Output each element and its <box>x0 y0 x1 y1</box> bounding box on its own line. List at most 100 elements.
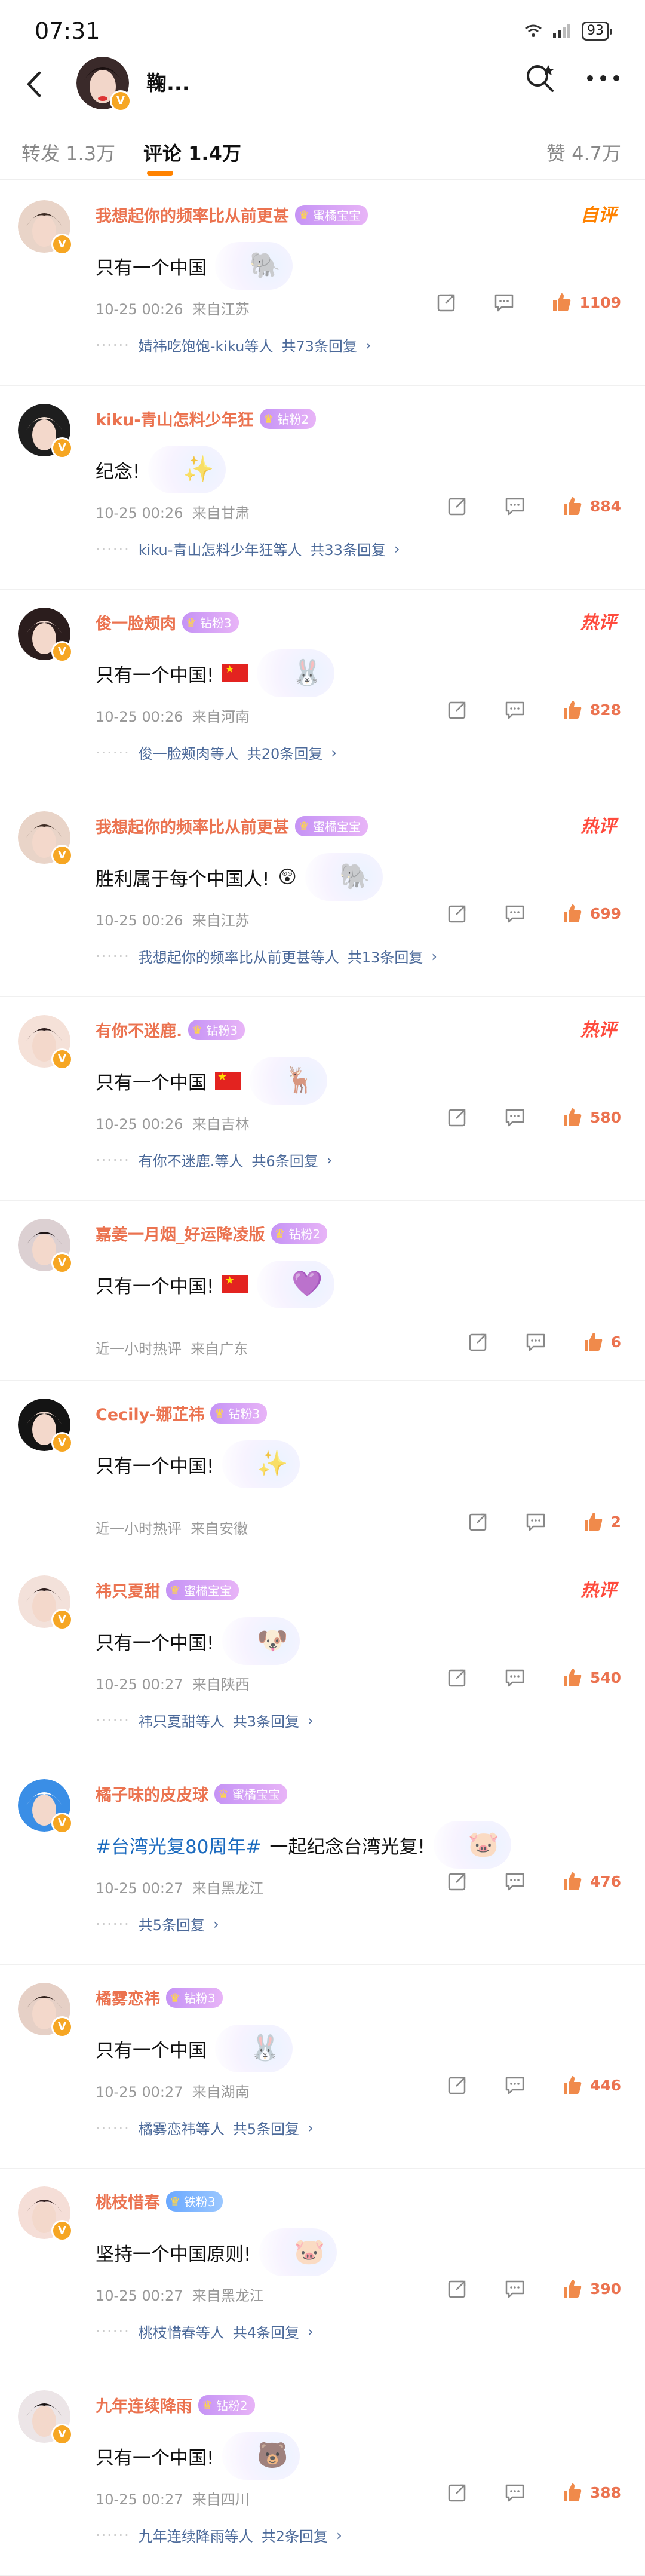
comment-item[interactable]: V 我想起你的频率比从前更甚 ♛ 蜜橘宝宝 自评 只有一个中国 🐘 10-25 00:26 来… <box>0 182 645 386</box>
commenter-name[interactable]: kiku-青山怎料少年狂 <box>96 407 254 430</box>
commenter-avatar[interactable]: V <box>18 1779 73 1834</box>
share-icon[interactable] <box>447 1870 468 1892</box>
reply-summary[interactable]: ······ 九年连续降雨等人 共2条回复 › <box>96 2525 342 2546</box>
comment-item[interactable]: V Cecily-娜芷祎 ♛ 钻粉3 只有一个中国! ✨ 近一小时热评 来自安徽 2 <box>0 1381 645 1557</box>
reply-count[interactable]: 共20条回复 <box>247 742 323 763</box>
commenter-avatar[interactable]: V <box>18 2390 73 2445</box>
reply-count[interactable]: 共13条回复 <box>348 946 423 967</box>
like-button[interactable]: 884 <box>561 495 621 517</box>
like-button[interactable]: 540 <box>561 1667 621 1688</box>
like-button[interactable]: 699 <box>561 903 621 924</box>
comment-item[interactable]: V 九年连续降雨 ♛ 钻粉2 只有一个中国! 🐻 10-25 00:27 来自四川 388 ··… <box>0 2372 645 2576</box>
reply-summary[interactable]: ······ 婧祎吃饱饱-kiku等人 共73条回复 › <box>96 335 371 355</box>
comment-item[interactable]: V 祎只夏甜 ♛ 蜜橘宝宝 热评 只有一个中国! 🐶 10-25 00:27 来自陕西 540 ·… <box>0 1557 645 1761</box>
like-button[interactable]: 446 <box>561 2074 621 2096</box>
comment-item[interactable]: V 橘子味的皮皮球 ♛ 蜜橘宝宝 #台湾光复80周年# 一起纪念台湾光复! 🐷 10-25 0… <box>0 1761 645 1965</box>
reply-summary[interactable]: ······ 祎只夏甜等人 共3条回复 › <box>96 1710 314 1731</box>
commenter-name[interactable]: 俊一脸颊肉 <box>96 611 176 634</box>
commenter-name[interactable]: 嘉姜一月烟_好运降凌版 <box>96 1222 265 1245</box>
comment-icon[interactable] <box>504 2482 526 2503</box>
commenter-avatar[interactable]: V <box>18 1399 73 1453</box>
reply-summary[interactable]: ······ 俊一脸颊肉等人 共20条回复 › <box>96 742 337 763</box>
comment-icon[interactable] <box>504 2278 526 2299</box>
comment-icon[interactable] <box>493 292 515 313</box>
share-icon[interactable] <box>447 1106 468 1128</box>
commenter-name[interactable]: 我想起你的频率比从前更甚 <box>96 814 289 838</box>
share-icon[interactable] <box>447 1667 468 1688</box>
comment-icon[interactable] <box>504 2074 526 2096</box>
share-icon[interactable] <box>447 495 468 517</box>
topic-link[interactable]: #台湾光复80周年# <box>96 1832 261 1859</box>
commenter-avatar[interactable]: V <box>18 200 73 255</box>
like-button[interactable]: 6 <box>582 1331 621 1353</box>
reply-count[interactable]: 共73条回复 <box>281 335 357 355</box>
comment-item[interactable]: V 嘉姜一月烟_好运降凌版 ♛钻粉2 只有一个中国! 💜 近一小时热评 来自广东 6 <box>0 1201 645 1381</box>
commenter-name[interactable]: 橘雾恋祎 <box>96 1986 160 2009</box>
commenter-name[interactable]: 祎只夏甜 <box>96 1578 160 1602</box>
comment-item[interactable]: V 橘雾恋祎 ♛ 钻粉3 只有一个中国 🐰 10-25 00:27 来自湖南 446 ·····… <box>0 1965 645 2169</box>
commenter-avatar[interactable]: V <box>18 608 73 663</box>
like-button[interactable]: 388 <box>561 2482 621 2503</box>
like-button[interactable]: 580 <box>561 1106 621 1128</box>
commenter-avatar[interactable]: V <box>18 1015 73 1070</box>
comment-icon[interactable] <box>525 1331 546 1353</box>
like-button[interactable]: 390 <box>561 2278 621 2299</box>
commenter-name[interactable]: 桃枝惜春 <box>96 2189 160 2213</box>
back-arrow-icon[interactable] <box>22 70 49 98</box>
reply-count[interactable]: 共5条回复 <box>233 2117 299 2138</box>
comment-icon[interactable] <box>504 1870 526 1892</box>
commenter-name[interactable]: Cecily-娜芷祎 <box>96 1402 204 1425</box>
reply-summary[interactable]: ······ kiku-青山怎料少年狂等人 共33条回复 › <box>96 538 400 559</box>
reply-summary[interactable]: ······ 共5条回复 › <box>96 1913 219 1934</box>
commenter-name[interactable]: 我想起你的频率比从前更甚 <box>96 203 289 226</box>
share-icon[interactable] <box>447 2074 468 2096</box>
reply-users[interactable]: 祎只夏甜等人 <box>139 1710 225 1731</box>
reply-users[interactable]: 有你不迷鹿.等人 <box>139 1149 244 1170</box>
reply-users[interactable]: 俊一脸颊肉等人 <box>139 742 239 763</box>
commenter-name[interactable]: 有你不迷鹿. <box>96 1018 182 1041</box>
reply-summary[interactable]: ······ 桃枝惜春等人 共4条回复 › <box>96 2321 314 2342</box>
commenter-name[interactable]: 九年连续降雨 <box>96 2393 192 2416</box>
commenter-avatar[interactable]: V <box>18 1983 73 2038</box>
reply-users[interactable]: 九年连续降雨等人 <box>139 2525 253 2546</box>
share-icon[interactable] <box>468 1511 489 1532</box>
like-button[interactable]: 476 <box>561 1870 621 1892</box>
reply-users[interactable]: 桃枝惜春等人 <box>139 2321 225 2342</box>
comment-icon[interactable] <box>504 495 526 517</box>
share-icon[interactable] <box>436 292 457 313</box>
comment-icon[interactable] <box>504 699 526 720</box>
comment-item[interactable]: V 我想起你的频率比从前更甚 ♛ 蜜橘宝宝 热评 胜利属于每个中国人! 😲 🐘 10-25 00… <box>0 793 645 997</box>
share-icon[interactable] <box>447 2278 468 2299</box>
author-avatar[interactable]: V <box>76 57 131 112</box>
reply-count[interactable]: 共33条回复 <box>310 538 386 559</box>
comment-item[interactable]: V 桃枝惜春 ♛ 铁粉3 坚持一个中国原则! 🐷 10-25 00:27 来自黑龙江 390 ·… <box>0 2169 645 2372</box>
comment-item[interactable]: V 有你不迷鹿. ♛钻粉3 热评只有一个中国 🦌10-25 00:26 来自吉林 580 ·… <box>0 997 645 1201</box>
reply-users[interactable]: 橘雾恋祎等人 <box>139 2117 225 2138</box>
reply-summary[interactable]: ······ 有你不迷鹿.等人 共6条回复 › <box>96 1149 332 1170</box>
comment-item[interactable]: V 俊一脸颊肉 ♛钻粉3 热评只有一个中国! 🐰 10-25 00:26 来自河南 828 ·… <box>0 590 645 793</box>
like-button[interactable]: 828 <box>561 699 621 720</box>
like-button[interactable]: 1109 <box>551 292 621 313</box>
comment-icon[interactable] <box>504 903 526 924</box>
like-button[interactable]: 2 <box>582 1511 621 1532</box>
reply-count[interactable]: 共2条回复 <box>262 2525 328 2546</box>
reply-users[interactable]: 我想起你的频率比从前更甚等人 <box>139 946 339 967</box>
share-icon[interactable] <box>468 1331 489 1353</box>
reply-count[interactable]: 共4条回复 <box>233 2321 299 2342</box>
reply-summary[interactable]: ······ 我想起你的频率比从前更甚等人 共13条回复 › <box>96 946 437 967</box>
commenter-avatar[interactable]: V <box>18 811 73 866</box>
commenter-name[interactable]: 橘子味的皮皮球 <box>96 1782 208 1805</box>
reply-users[interactable]: 婧祎吃饱饱-kiku等人 <box>139 335 274 355</box>
reply-count[interactable]: 共6条回复 <box>251 1149 318 1170</box>
tab-reposts[interactable]: 转发 1.3万 <box>22 139 115 166</box>
commenter-avatar[interactable]: V <box>18 2186 73 2241</box>
reply-count[interactable]: 共3条回复 <box>233 1710 299 1731</box>
commenter-avatar[interactable]: V <box>18 1219 73 1274</box>
share-icon[interactable] <box>447 903 468 924</box>
reply-summary[interactable]: ······ 橘雾恋祎等人 共5条回复 › <box>96 2117 314 2138</box>
tab-comments[interactable]: 评论 1.4万 <box>143 139 241 166</box>
more-icon[interactable] <box>585 72 621 84</box>
share-icon[interactable] <box>447 699 468 720</box>
reply-count[interactable]: 共5条回复 <box>139 1913 205 1934</box>
search-icon[interactable] <box>524 63 555 94</box>
